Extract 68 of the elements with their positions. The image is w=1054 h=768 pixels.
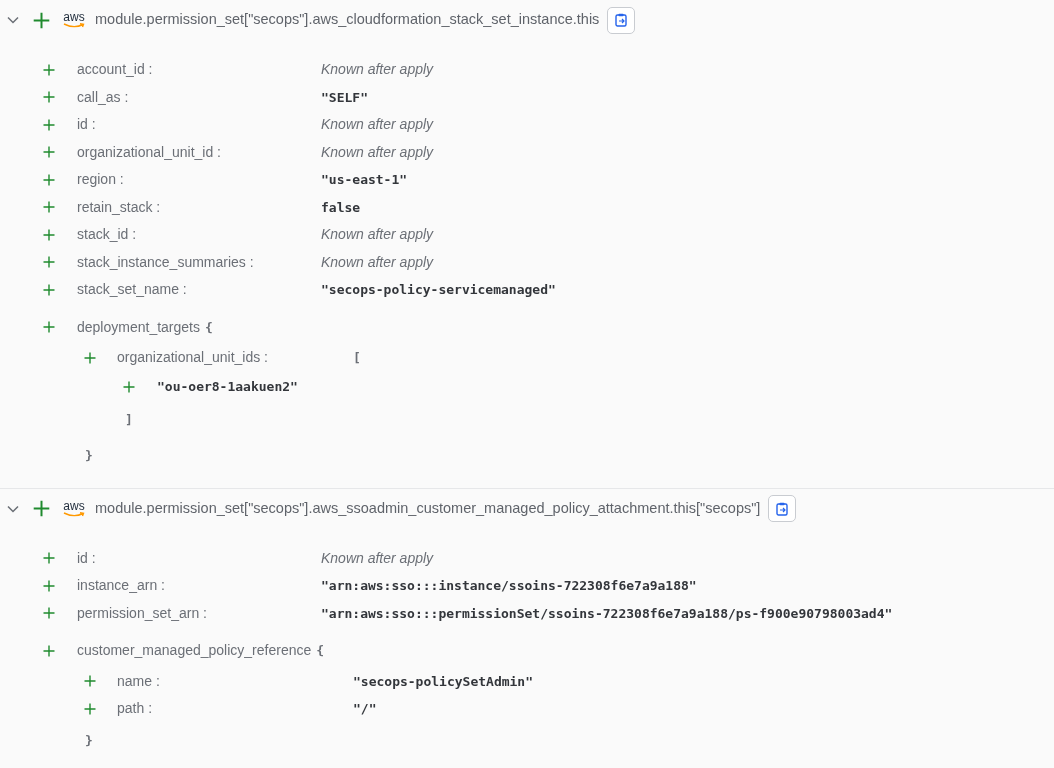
attribute-name: id :: [77, 115, 97, 135]
plus-icon: [33, 500, 50, 517]
close-brace: }: [85, 731, 93, 750]
plus-icon: [43, 173, 55, 186]
resource-address: module.permission_set["secops"].aws_ssoadmin_customer_managed_policy_attachment.this["secops"]: [95, 498, 761, 518]
attribute-value: "arn:aws:sso:::permissionSet/ssoins-722308f6e7a9a188/ps-f900e90798003ad4": [321, 604, 893, 623]
attribute-name: id :: [77, 548, 97, 568]
close-bracket: ]: [125, 410, 133, 429]
attribute-name: organizational_unit_ids :: [117, 348, 269, 368]
clipboard-icon: [615, 13, 628, 27]
plus-icon: [84, 351, 96, 364]
plus-icon: [43, 552, 55, 565]
plus-icon: [84, 675, 96, 688]
attribute-name: retain_stack :: [77, 197, 162, 217]
attribute-name: name :: [117, 671, 161, 691]
attribute-name: account_id :: [77, 60, 154, 80]
copy-button[interactable]: [607, 6, 636, 34]
attribute-name: stack_set_name :: [77, 280, 188, 300]
close-brace: }: [85, 446, 93, 465]
computed-value: Known after apply: [321, 115, 434, 135]
plus-icon: [43, 283, 55, 296]
plus-icon: [43, 321, 55, 334]
computed-value: Known after apply: [321, 60, 434, 80]
plus-icon: [43, 644, 55, 657]
attribute-name: instance_arn :: [77, 576, 166, 596]
plus-icon: [43, 91, 55, 104]
attribute-name: organizational_unit_id :: [77, 142, 222, 162]
attribute-value: "secops-policy-servicemanaged": [321, 281, 556, 299]
aws-logo: aws: [62, 500, 86, 517]
copy-button[interactable]: [768, 495, 797, 522]
aws-logo: aws: [62, 12, 86, 28]
chevron-down-icon[interactable]: [7, 16, 19, 24]
attribute-value: false: [321, 198, 361, 217]
attribute-value: "secops-policySetAdmin": [353, 672, 533, 691]
plus-icon: [84, 702, 96, 715]
open-brace: {: [204, 318, 213, 337]
plus-icon: [43, 146, 55, 159]
clipboard-icon: [776, 501, 789, 516]
plus-icon: [123, 380, 135, 393]
resource-address: module.permission_set["secops"].aws_cloudformation_stack_set_instance.this: [95, 10, 600, 30]
open-bracket: [: [353, 349, 361, 367]
attribute-name: region :: [77, 170, 125, 190]
attribute-value: "us-east-1": [321, 171, 408, 189]
plus-icon: [43, 228, 55, 241]
block-name: deployment_targets: [77, 317, 200, 337]
list-item-value: "ou-oer8-1aakuen2": [157, 377, 298, 396]
plus-icon: [43, 256, 55, 269]
attribute-name: stack_id :: [77, 225, 138, 245]
computed-value: Known after apply: [321, 225, 434, 245]
attribute-value: "SELF": [321, 88, 368, 107]
computed-value: Known after apply: [321, 548, 434, 568]
attribute-value: "/": [353, 700, 377, 718]
plus-icon: [33, 11, 50, 29]
plus-icon: [43, 607, 55, 620]
open-brace: {: [316, 642, 325, 660]
plus-icon: [43, 579, 55, 592]
plus-icon: [43, 118, 55, 131]
attribute-name: stack_instance_summaries :: [77, 252, 255, 272]
attribute-name: permission_set_arn :: [77, 603, 208, 623]
attribute-name: call_as :: [77, 87, 130, 107]
chevron-down-icon[interactable]: [7, 504, 19, 513]
plus-icon: [43, 63, 55, 76]
computed-value: Known after apply: [321, 252, 434, 272]
plus-icon: [43, 201, 55, 214]
block-name: customer_managed_policy_reference: [77, 641, 312, 661]
attribute-name: path :: [117, 699, 154, 719]
computed-value: Known after apply: [321, 142, 434, 162]
attribute-value: "arn:aws:sso:::instance/ssoins-722308f6e7a9a188": [321, 577, 697, 595]
